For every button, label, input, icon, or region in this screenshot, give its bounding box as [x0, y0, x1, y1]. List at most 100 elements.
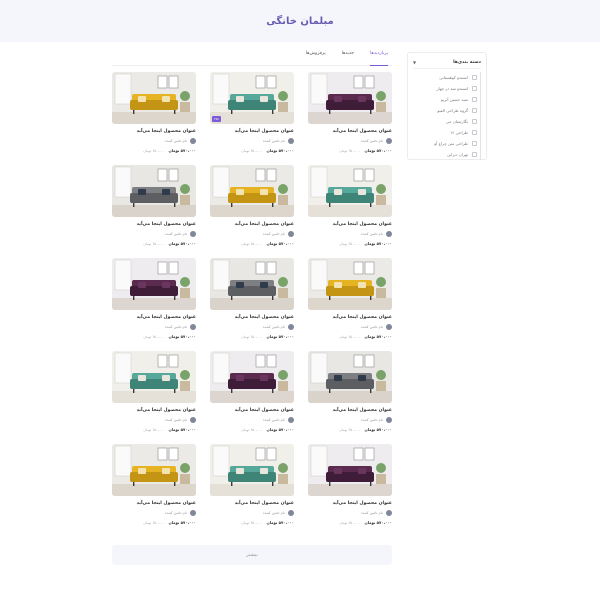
- product-title[interactable]: عنوان محصول اینجا می‌آید: [210, 501, 294, 506]
- category-label: تهران دیزاین: [447, 152, 468, 157]
- tab-newest[interactable]: جدیدها: [342, 46, 355, 65]
- product-image[interactable]: [210, 165, 294, 217]
- product-image[interactable]: [112, 351, 196, 403]
- seller-info: نام تامین کننده: [210, 324, 294, 330]
- avatar: [386, 324, 392, 330]
- product-card[interactable]: عنوان محصول اینجا می‌آید نام تامین کننده…: [210, 258, 294, 344]
- product-card[interactable]: عنوان محصول اینجا می‌آید نام تامین کننده…: [112, 444, 196, 530]
- seller-name: نام تامین کننده: [164, 418, 187, 422]
- product-title[interactable]: عنوان محصول اینجا می‌آید: [112, 222, 196, 227]
- price: ۵۷۰،۰۰۰ تومان: [168, 520, 196, 525]
- product-image[interactable]: [210, 258, 294, 310]
- product-image[interactable]: [210, 351, 294, 403]
- product-card[interactable]: عنوان محصول اینجا می‌آید نام تامین کننده…: [308, 351, 392, 437]
- old-price: ۶۵۰،۰۰۰ تومان: [241, 241, 263, 246]
- price-row: ۵۷۰،۰۰۰ تومان ۶۵۰،۰۰۰ تومان: [210, 241, 294, 246]
- old-price: ۶۵۰،۰۰۰ تومان: [339, 241, 361, 246]
- checkbox[interactable]: [472, 75, 477, 80]
- seller-name: نام تامین کننده: [164, 232, 187, 236]
- product-card[interactable]: عنوان محصول اینجا می‌آید نام تامین کننده…: [308, 258, 392, 344]
- seller-name: نام تامین کننده: [164, 325, 187, 329]
- checkbox[interactable]: [472, 141, 477, 146]
- seller-info: نام تامین کننده: [112, 231, 196, 237]
- product-title[interactable]: عنوان محصول اینجا می‌آید: [308, 129, 392, 134]
- product-title[interactable]: عنوان محصول اینجا می‌آید: [210, 408, 294, 413]
- tab-most-viewed[interactable]: پربازدیدها: [370, 46, 388, 66]
- product-title[interactable]: عنوان محصول اینجا می‌آید: [112, 408, 196, 413]
- product-image[interactable]: [308, 258, 392, 310]
- product-card[interactable]: عنوان محصول اینجا می‌آید نام تامین کننده…: [308, 165, 392, 251]
- product-title[interactable]: عنوان محصول اینجا می‌آید: [112, 129, 196, 134]
- product-card[interactable]: عنوان محصول اینجا می‌آید نام تامین کننده…: [112, 351, 196, 437]
- load-more-label: بیشتر: [246, 552, 258, 558]
- product-title[interactable]: عنوان محصول اینجا می‌آید: [308, 315, 392, 320]
- price: ۵۷۰،۰۰۰ تومان: [364, 148, 392, 153]
- old-price: ۶۵۰،۰۰۰ تومان: [143, 427, 165, 432]
- page-title: مبلمان خانگی: [266, 15, 334, 27]
- category-list: استندو کوهستانی استندو سه در چهار سید حس…: [413, 72, 481, 160]
- category-item[interactable]: استندو سه در چهار: [413, 83, 477, 94]
- checkbox[interactable]: [472, 97, 477, 102]
- checkbox[interactable]: [472, 152, 477, 157]
- category-filter-header[interactable]: دسته بندی‌ها ▼: [413, 57, 481, 69]
- category-filter-title: دسته بندی‌ها: [453, 60, 481, 65]
- avatar: [190, 324, 196, 330]
- product-image[interactable]: [112, 165, 196, 217]
- checkbox[interactable]: [472, 130, 477, 135]
- product-card[interactable]: عنوان محصول اینجا می‌آید نام تامین کننده…: [210, 351, 294, 437]
- product-card[interactable]: ۲۵٪ عنوان محصول اینجا می‌آید نام تامین ک…: [210, 72, 294, 158]
- category-item[interactable]: طراحی ۱۲: [413, 127, 477, 138]
- category-label: سید حسین آتریو: [440, 97, 468, 102]
- product-card[interactable]: عنوان محصول اینجا می‌آید نام تامین کننده…: [112, 165, 196, 251]
- checkbox[interactable]: [472, 86, 477, 91]
- product-image[interactable]: [112, 72, 196, 124]
- category-item[interactable]: استندو کوهستانی: [413, 72, 477, 83]
- product-title[interactable]: عنوان محصول اینجا می‌آید: [308, 408, 392, 413]
- price: ۵۷۰،۰۰۰ تومان: [364, 520, 392, 525]
- product-card[interactable]: عنوان محصول اینجا می‌آید نام تامین کننده…: [112, 72, 196, 158]
- product-image[interactable]: [112, 444, 196, 496]
- product-image[interactable]: [112, 258, 196, 310]
- product-image[interactable]: ۲۵٪: [210, 72, 294, 124]
- product-card[interactable]: عنوان محصول اینجا می‌آید نام تامین کننده…: [210, 444, 294, 530]
- category-item[interactable]: نگارستان جی: [413, 116, 477, 127]
- product-image[interactable]: [308, 72, 392, 124]
- product-card[interactable]: عنوان محصول اینجا می‌آید نام تامین کننده…: [308, 72, 392, 158]
- seller-info: نام تامین کننده: [308, 138, 392, 144]
- seller-name: نام تامین کننده: [360, 511, 383, 515]
- tab-best-selling[interactable]: پرفروش‌ها: [306, 46, 326, 65]
- seller-name: نام تامین کننده: [360, 418, 383, 422]
- price: ۵۷۰،۰۰۰ تومان: [168, 241, 196, 246]
- checkbox[interactable]: [472, 108, 477, 113]
- product-card[interactable]: عنوان محصول اینجا می‌آید نام تامین کننده…: [210, 165, 294, 251]
- product-title[interactable]: عنوان محصول اینجا می‌آید: [210, 222, 294, 227]
- load-more-button[interactable]: بیشتر: [112, 545, 392, 565]
- avatar: [288, 138, 294, 144]
- product-image[interactable]: [308, 444, 392, 496]
- product-image[interactable]: [308, 165, 392, 217]
- product-card[interactable]: عنوان محصول اینجا می‌آید نام تامین کننده…: [308, 444, 392, 530]
- category-item[interactable]: طراحی متن چراغ آو: [413, 138, 477, 149]
- price: ۵۷۰،۰۰۰ تومان: [364, 241, 392, 246]
- product-title[interactable]: عنوان محصول اینجا می‌آید: [308, 222, 392, 227]
- checkbox[interactable]: [472, 119, 477, 124]
- category-item[interactable]: سید حسین آتریو: [413, 94, 477, 105]
- category-item[interactable]: گروه طراحی الفبو: [413, 105, 477, 116]
- avatar: [288, 231, 294, 237]
- product-card[interactable]: عنوان محصول اینجا می‌آید نام تامین کننده…: [112, 258, 196, 344]
- price-row: ۵۷۰،۰۰۰ تومان ۶۵۰،۰۰۰ تومان: [112, 241, 196, 246]
- price: ۵۷۰،۰۰۰ تومان: [266, 334, 294, 339]
- product-image[interactable]: [308, 351, 392, 403]
- category-item[interactable]: تهران دیزاین: [413, 149, 477, 160]
- chevron-down-icon[interactable]: ▼: [413, 60, 416, 65]
- product-title[interactable]: عنوان محصول اینجا می‌آید: [112, 501, 196, 506]
- product-image[interactable]: [210, 444, 294, 496]
- product-title[interactable]: عنوان محصول اینجا می‌آید: [112, 315, 196, 320]
- sort-tabs: پربازدیدها جدیدها پرفروش‌ها: [112, 46, 392, 66]
- product-title[interactable]: عنوان محصول اینجا می‌آید: [308, 501, 392, 506]
- avatar: [386, 138, 392, 144]
- seller-name: نام تامین کننده: [262, 418, 285, 422]
- seller-name: نام تامین کننده: [262, 511, 285, 515]
- product-title[interactable]: عنوان محصول اینجا می‌آید: [210, 129, 294, 134]
- product-title[interactable]: عنوان محصول اینجا می‌آید: [210, 315, 294, 320]
